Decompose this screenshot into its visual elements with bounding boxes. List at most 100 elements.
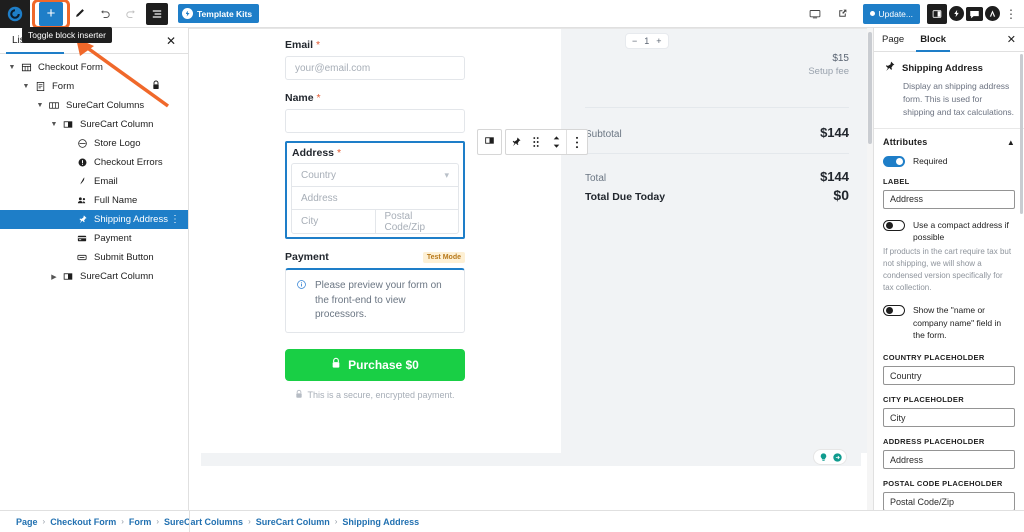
breadcrumb-item-checkout-form[interactable]: Checkout Form <box>50 517 116 527</box>
city-input[interactable]: City <box>292 210 376 233</box>
email-field-block[interactable]: Email * your@email.com <box>285 39 465 80</box>
name-field-block[interactable]: Name * <box>285 92 465 133</box>
more-options-icon[interactable]: ⋮ <box>1002 7 1020 21</box>
tree-item-submit-button[interactable]: Submit Button <box>0 248 188 267</box>
drag-handle-icon[interactable] <box>526 130 546 154</box>
shipping-address-pin-icon[interactable] <box>506 130 526 154</box>
country-placeholder-input[interactable]: Country <box>883 366 1015 386</box>
breadcrumb-item-form[interactable]: Form <box>129 517 152 527</box>
tree-item-options-icon[interactable]: ⋮ <box>170 214 180 225</box>
tab-block[interactable]: Block <box>912 28 954 52</box>
company-name-toggle[interactable] <box>883 305 905 317</box>
tree-item-label: Submit Button <box>94 252 154 263</box>
postal-placeholder-input[interactable]: Postal Code/Zip <box>883 492 1015 510</box>
template-kits-button[interactable]: Template Kits <box>178 4 260 23</box>
tab-page[interactable]: Page <box>874 28 912 51</box>
compact-address-toggle[interactable] <box>883 219 905 231</box>
breadcrumb-item-shipping-address[interactable]: Shipping Address <box>342 517 419 527</box>
quantity-increase-button[interactable]: + <box>656 36 661 46</box>
tree-item-store-logo[interactable]: Store Logo <box>0 134 188 153</box>
tree-item-shipping-address[interactable]: Shipping Address ⋮ <box>0 210 188 229</box>
purchase-button[interactable]: Purchase $0 <box>285 348 465 381</box>
order-summary-column: − 1 + $15 Setup fee Subtotal $144 Total … <box>561 29 873 453</box>
name-input[interactable] <box>285 109 465 133</box>
shipping-address-block-selected[interactable]: Address * Country ▾ Address City Postal … <box>285 141 465 239</box>
compact-address-toggle-row[interactable]: Use a compact address if possible <box>883 219 1015 244</box>
more-options-icon[interactable] <box>567 130 587 154</box>
email-input[interactable]: your@email.com <box>285 56 465 80</box>
line-item-label: Setup fee <box>808 66 849 77</box>
toggle-block-inserter-button[interactable]: + <box>39 1 63 26</box>
canvas-scrollbar-thumb[interactable] <box>868 32 872 144</box>
breadcrumb-item-surecart-columns[interactable]: SureCart Columns <box>164 517 243 527</box>
tree-item-surecart-column-2[interactable]: ▶ SureCart Column <box>0 267 188 286</box>
twisty-down-icon[interactable]: ▼ <box>20 83 32 90</box>
breadcrumb-item-surecart-column[interactable]: SureCart Column <box>256 517 330 527</box>
quantity-stepper[interactable]: − 1 + <box>625 33 669 49</box>
twisty-down-icon[interactable]: ▼ <box>34 102 46 109</box>
close-list-view-icon[interactable]: ✕ <box>166 28 188 53</box>
tree-item-email[interactable]: Email <box>0 172 188 191</box>
wordpress-logo-icon[interactable] <box>0 0 30 28</box>
tree-item-surecart-column[interactable]: ▼ SureCart Column <box>0 115 188 134</box>
city-postal-row: City Postal Code/Zip <box>292 210 458 233</box>
external-link-icon[interactable] <box>830 2 856 26</box>
full-name-icon <box>74 195 90 206</box>
payment-block[interactable]: Payment Test Mode Please preview your fo… <box>285 251 465 333</box>
address-label: Address * <box>292 147 459 159</box>
tree-item-checkout-errors[interactable]: Checkout Errors <box>0 153 188 172</box>
list-view-panel: List View Outline ✕ ▼ Checkout Form ▼ Fo… <box>0 28 189 510</box>
quantity-decrease-button[interactable]: − <box>632 36 637 46</box>
desktop-view-icon[interactable] <box>802 2 828 26</box>
tree-item-form[interactable]: ▼ Form <box>0 77 188 96</box>
block-toolbar-actions <box>505 129 588 155</box>
block-type-switcher[interactable] <box>477 129 502 155</box>
tree-item-payment[interactable]: Payment <box>0 229 188 248</box>
redo-icon[interactable] <box>118 2 144 26</box>
postal-code-input[interactable]: Postal Code/Zip <box>376 210 459 233</box>
chat-icon[interactable] <box>966 6 983 21</box>
required-toggle[interactable] <box>883 156 905 168</box>
bolt-icon[interactable] <box>949 6 964 21</box>
company-name-toggle-row[interactable]: Show the "name or company name" field in… <box>883 304 1015 341</box>
undo-icon[interactable] <box>92 2 118 26</box>
astra-icon[interactable] <box>985 6 1000 21</box>
template-kits-label: Template Kits <box>197 8 253 19</box>
address-placeholder-group: ADDRESS PLACEHOLDER Address <box>883 437 1015 470</box>
bolt-icon <box>182 8 193 19</box>
circle-arrow-icon[interactable] <box>831 451 843 463</box>
pencil-icon[interactable] <box>66 2 92 26</box>
update-button[interactable]: Update... <box>862 3 920 24</box>
address-placeholder-input[interactable]: Address <box>883 450 1015 470</box>
label-field-group: LABEL Address <box>883 177 1015 209</box>
settings-sidebar-icon[interactable] <box>927 3 947 24</box>
label-field-input[interactable]: Address <box>883 189 1015 209</box>
list-view-icon[interactable] <box>146 2 168 25</box>
form-fields-column: Email * your@email.com Name * Address * … <box>189 29 561 453</box>
total-label: Total <box>585 173 607 184</box>
country-select[interactable]: Country ▾ <box>292 164 458 187</box>
test-mode-badge: Test Mode <box>422 251 465 263</box>
floating-helper-pills[interactable] <box>813 449 847 465</box>
required-toggle-row[interactable]: Required <box>883 155 1015 168</box>
twisty-down-icon[interactable]: ▼ <box>48 121 60 128</box>
city-placeholder-input[interactable]: City <box>883 408 1015 428</box>
subtotal-value: $144 <box>820 125 849 140</box>
tree-item-label: Checkout Form <box>38 62 103 73</box>
required-marker: * <box>316 92 321 104</box>
move-up-down-icon[interactable] <box>546 130 566 154</box>
required-marker: * <box>336 147 342 159</box>
tree-item-surecart-columns[interactable]: ▼ SureCart Columns <box>0 96 188 115</box>
twisty-right-icon[interactable]: ▶ <box>48 273 60 281</box>
close-settings-icon[interactable]: ✕ <box>1007 28 1024 51</box>
payment-notice: Please preview your form on the front-en… <box>285 268 465 333</box>
chevron-up-icon[interactable]: ▲ <box>1007 138 1015 147</box>
address-line-input[interactable]: Address <box>292 187 458 210</box>
breadcrumb-item-page[interactable]: Page <box>16 517 38 527</box>
attributes-section-header[interactable]: Attributes ▲ <box>883 137 1015 155</box>
tree-item-checkout-form[interactable]: ▼ Checkout Form <box>0 58 188 77</box>
twisty-down-icon[interactable]: ▼ <box>6 64 18 71</box>
tree-item-full-name[interactable]: Full Name <box>0 191 188 210</box>
lightbulb-icon[interactable] <box>817 451 829 463</box>
settings-scrollbar-thumb[interactable] <box>1020 54 1023 214</box>
